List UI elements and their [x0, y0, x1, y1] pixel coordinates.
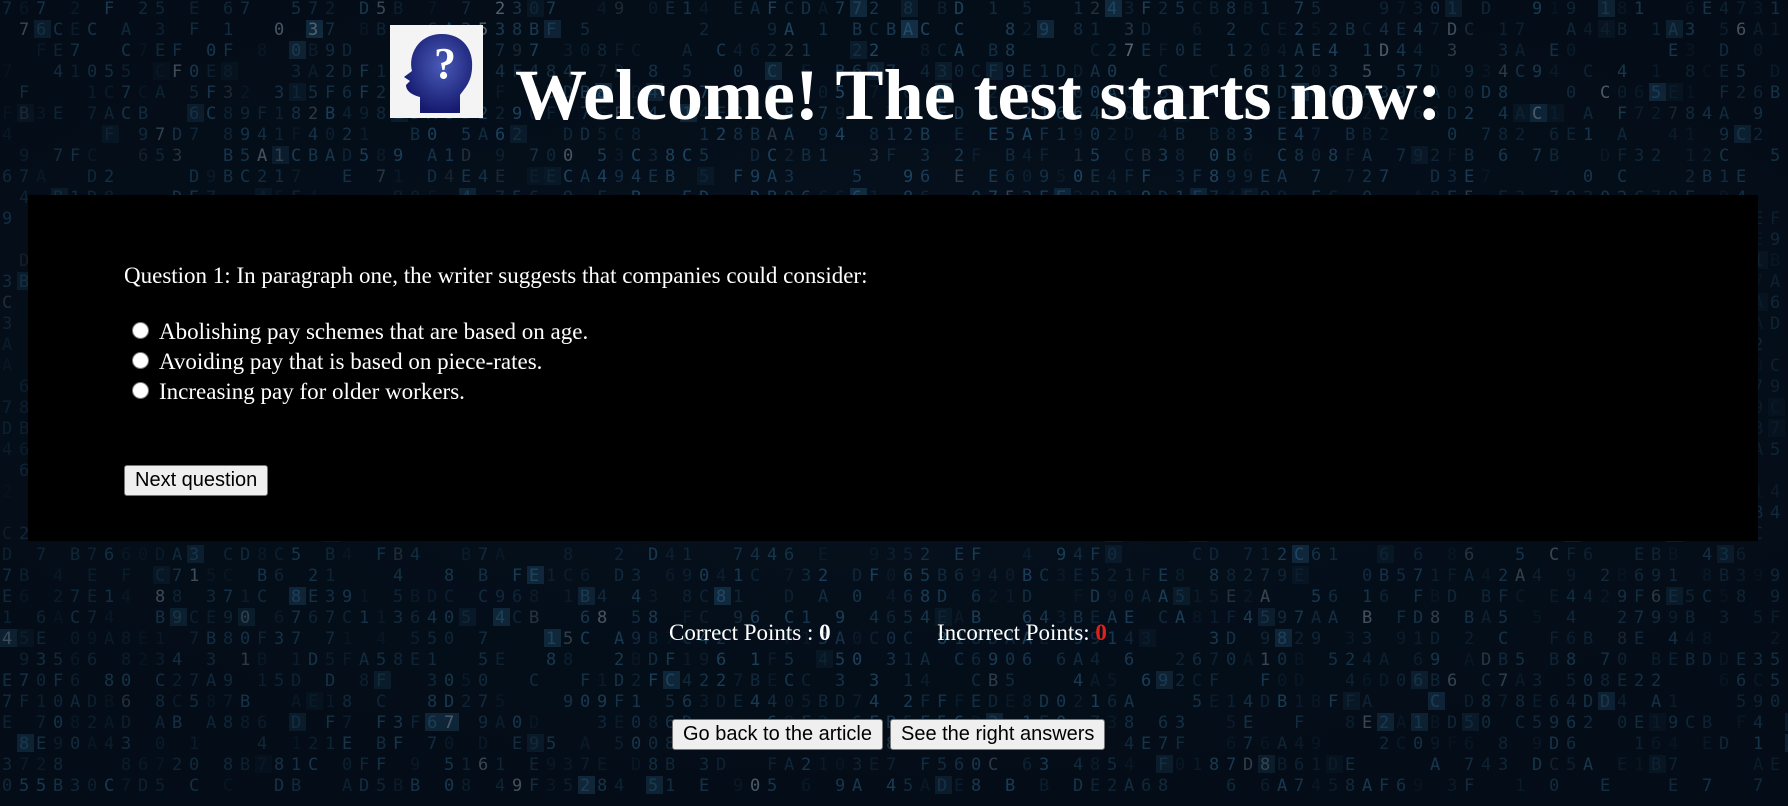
- question-text: Question 1: In paragraph one, the writer…: [124, 263, 868, 288]
- quiz-panel: Question 1: In paragraph one, the writer…: [28, 195, 1758, 541]
- incorrect-points-value: 0: [1095, 620, 1107, 645]
- next-question-button[interactable]: Next question: [124, 465, 269, 496]
- answer-radio[interactable]: [132, 321, 149, 339]
- back-to-article-button[interactable]: Go back to the article: [672, 719, 883, 750]
- answer-label: Abolishing pay schemes that are based on…: [159, 319, 589, 344]
- svg-text:?: ?: [434, 39, 456, 88]
- page-title: Welcome! The test starts now:: [515, 55, 1442, 135]
- incorrect-points-label: Incorrect Points:: [937, 620, 1096, 645]
- bottom-actions: Go back to the article See the right ans…: [672, 719, 1106, 750]
- correct-points-value: 0: [819, 620, 831, 645]
- answer-options: Abolishing pay schemes that are based on…: [132, 317, 588, 407]
- page-header: ? Welcome! The test starts now:: [390, 25, 1441, 135]
- answer-radio[interactable]: [132, 351, 149, 369]
- incorrect-points: Incorrect Points: 0: [937, 620, 1107, 646]
- answer-label: Avoiding pay that is based on piece-rate…: [159, 349, 543, 374]
- head-question-mark-icon: ?: [390, 25, 483, 118]
- answer-option[interactable]: Avoiding pay that is based on piece-rate…: [132, 347, 588, 377]
- see-answers-button[interactable]: See the right answers: [889, 719, 1106, 750]
- answer-label: Increasing pay for older workers.: [159, 379, 465, 404]
- answer-option[interactable]: Abolishing pay schemes that are based on…: [132, 317, 588, 347]
- correct-points: Correct Points : 0: [669, 620, 831, 646]
- answer-radio[interactable]: [132, 381, 149, 399]
- answer-option[interactable]: Increasing pay for older workers.: [132, 377, 588, 407]
- correct-points-label: Correct Points :: [669, 620, 820, 645]
